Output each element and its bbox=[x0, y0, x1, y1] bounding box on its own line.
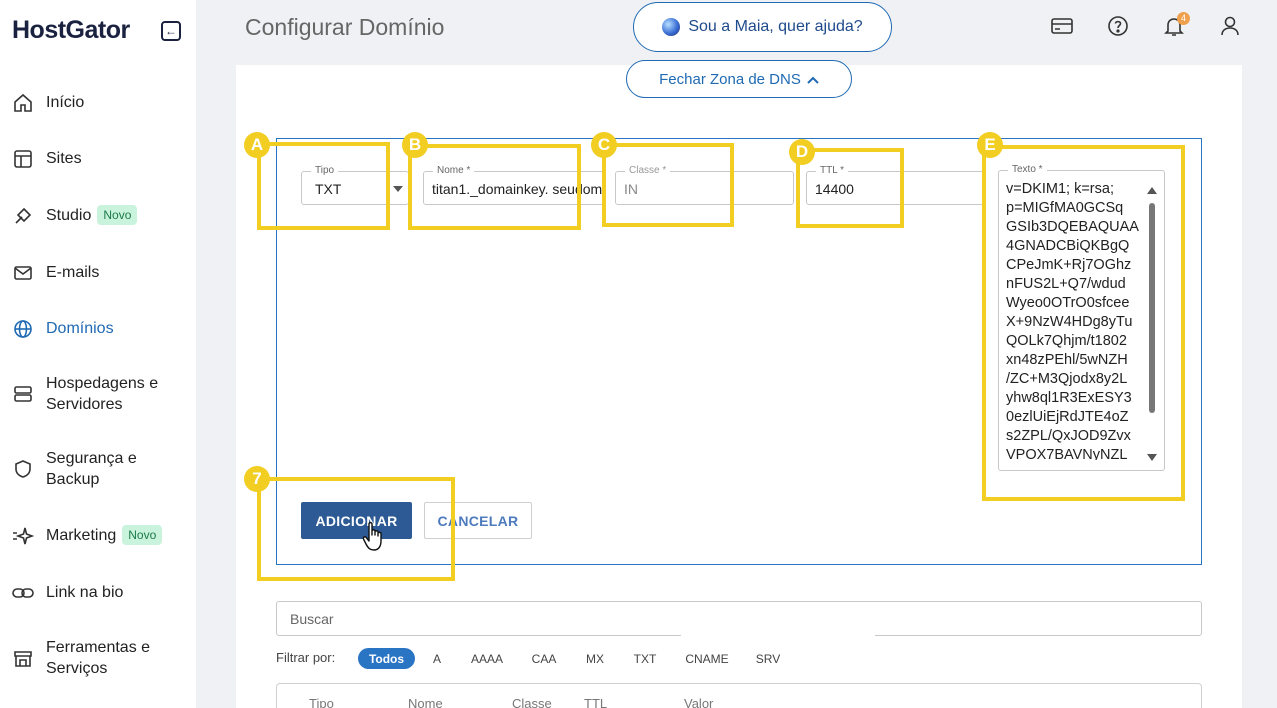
search-placeholder: Buscar bbox=[290, 611, 334, 627]
sidebar-item-sites[interactable]: Sites bbox=[12, 148, 82, 170]
column-header-ttl[interactable]: TTL bbox=[584, 696, 607, 708]
close-dns-zone-label: Fechar Zona de DNS bbox=[659, 70, 801, 88]
filter-chip-mx[interactable]: MX bbox=[580, 648, 610, 669]
home-icon bbox=[12, 92, 34, 114]
annotation-marker-e: E bbox=[977, 132, 1003, 158]
maia-help-label: Sou a Maia, quer ajuda? bbox=[688, 18, 863, 35]
sidebar-item-label: Ferramentas e Serviços bbox=[46, 639, 151, 677]
filter-chip-cname[interactable]: CNAME bbox=[680, 648, 734, 669]
sidebar-item-label: Marketing bbox=[46, 527, 117, 544]
annotation-marker-d: D bbox=[789, 139, 815, 165]
sidebar: HostGator ← Início Sites Studio Novo E-ma… bbox=[0, 0, 196, 708]
dropdown-arrow-icon bbox=[393, 186, 403, 192]
column-header-nome[interactable]: Nome bbox=[408, 696, 443, 708]
filter-label: Filtrar por: bbox=[276, 650, 336, 665]
page-title: Configurar Domínio bbox=[245, 14, 445, 40]
store-icon bbox=[12, 647, 34, 669]
maia-orb-icon bbox=[662, 18, 681, 36]
annotation-marker-b: B bbox=[402, 132, 428, 158]
sidebar-item-label: Studio bbox=[46, 207, 92, 224]
brush-icon bbox=[12, 205, 34, 227]
annotation-marker-7: 7 bbox=[244, 466, 270, 492]
highlight-box-b bbox=[408, 144, 581, 230]
help-icon[interactable] bbox=[1106, 14, 1130, 38]
column-header-tipo[interactable]: Tipo bbox=[309, 696, 334, 708]
highlight-box-a bbox=[257, 142, 390, 230]
billing-card-icon[interactable] bbox=[1050, 14, 1074, 38]
highlight-box-7 bbox=[257, 477, 455, 581]
filter-chip-todos[interactable]: Todos bbox=[358, 648, 415, 669]
server-icon bbox=[12, 383, 34, 405]
column-header-valor[interactable]: Valor bbox=[684, 696, 713, 708]
annotation-marker-c: C bbox=[591, 132, 617, 158]
maia-help-button[interactable]: Sou a Maia, quer ajuda? bbox=[633, 2, 892, 52]
search-border-gap bbox=[681, 631, 875, 639]
sparkle-icon bbox=[12, 525, 34, 547]
filter-chip-caa[interactable]: CAA bbox=[527, 648, 561, 669]
sidebar-item-marketing[interactable]: Marketing Novo bbox=[12, 525, 163, 547]
sidebar-item-label: Segurança e Backup bbox=[46, 450, 137, 488]
sidebar-item-inicio[interactable]: Início bbox=[12, 92, 84, 114]
annotation-marker-a: A bbox=[244, 132, 270, 158]
filter-chip-aaaa[interactable]: AAAA bbox=[466, 648, 508, 669]
sidebar-item-seguranca[interactable]: Segurança e Backup bbox=[12, 448, 156, 490]
sidebar-item-dominios[interactable]: Domínios bbox=[12, 318, 114, 340]
sidebar-item-label: Início bbox=[46, 94, 85, 111]
sidebar-item-label: Domínios bbox=[46, 320, 114, 337]
shield-icon bbox=[12, 458, 34, 480]
sidebar-item-ferramentas[interactable]: Ferramentas e Serviços bbox=[12, 637, 171, 679]
link-icon bbox=[12, 582, 34, 604]
globe-icon bbox=[12, 318, 34, 340]
notification-count-badge: 4 bbox=[1177, 12, 1190, 25]
column-header-classe[interactable]: Classe bbox=[512, 696, 552, 708]
layout-icon bbox=[12, 148, 34, 170]
sidebar-item-studio[interactable]: Studio Novo bbox=[12, 205, 138, 227]
sidebar-item-link-na-bio[interactable]: Link na bio bbox=[12, 582, 123, 604]
mail-icon bbox=[12, 262, 34, 284]
user-account-icon[interactable] bbox=[1218, 14, 1242, 38]
chevron-up-icon bbox=[807, 71, 819, 88]
hand-pointer-cursor-icon bbox=[362, 521, 390, 558]
filter-chip-a[interactable]: A bbox=[427, 648, 447, 669]
new-badge: Novo bbox=[97, 205, 138, 225]
collapse-sidebar-icon[interactable]: ← bbox=[161, 21, 181, 41]
filter-chip-srv[interactable]: SRV bbox=[752, 648, 784, 669]
sidebar-item-hospedagens[interactable]: Hospedagens e Servidores bbox=[12, 373, 171, 415]
close-dns-zone-button[interactable]: Fechar Zona de DNS bbox=[626, 60, 852, 98]
sidebar-item-label: Sites bbox=[46, 150, 82, 167]
highlight-box-c bbox=[602, 143, 734, 227]
sidebar-item-label: E-mails bbox=[46, 264, 100, 281]
sidebar-item-label: Link na bio bbox=[46, 584, 124, 601]
sidebar-item-label: Hospedagens e Servidores bbox=[46, 375, 159, 413]
highlight-box-e bbox=[982, 145, 1185, 501]
new-badge: Novo bbox=[122, 525, 163, 545]
filter-chip-txt[interactable]: TXT bbox=[628, 648, 662, 669]
hostgator-logo[interactable]: HostGator bbox=[12, 16, 130, 45]
sidebar-item-emails[interactable]: E-mails bbox=[12, 262, 99, 284]
